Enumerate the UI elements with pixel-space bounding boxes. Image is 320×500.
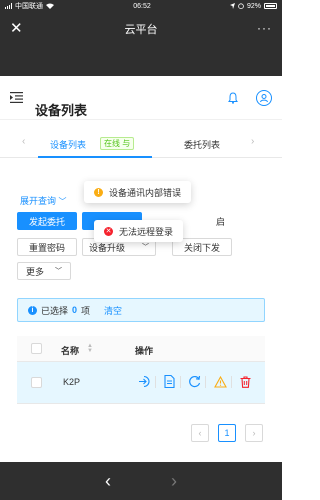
status-bar: 中国联通 06:52 92% <box>0 0 282 12</box>
tab-delegation-list[interactable]: 委托列表 <box>184 138 220 151</box>
more-label: 更多 <box>26 266 45 277</box>
warning-toast-text: 设备通讯内部错误 <box>109 187 182 198</box>
warning-toast: ! 设备通讯内部错误 <box>84 181 192 203</box>
table-header: 名称 ▲ ▼ 操作 <box>17 336 265 362</box>
login-icon[interactable] <box>137 374 152 389</box>
file-icon[interactable] <box>162 374 177 389</box>
chevron-down-icon: ﹀ <box>142 244 149 251</box>
error-circle-icon: ✕ <box>104 226 113 236</box>
divider <box>205 376 206 388</box>
warning-icon[interactable] <box>213 374 228 389</box>
user-icon <box>260 93 268 102</box>
prev-page-button[interactable]: ‹ <box>191 424 209 442</box>
tab-active-indicator <box>38 156 152 158</box>
selection-prefix: 已选择 <box>41 305 69 316</box>
divider <box>231 376 232 388</box>
more-options-icon[interactable]: ··· <box>257 21 272 35</box>
info-icon: i <box>28 305 37 315</box>
divider <box>155 376 156 388</box>
wifi-icon <box>46 3 54 9</box>
indent-menu-icon[interactable] <box>10 92 23 103</box>
initiate-delegation-button[interactable]: 发起委托 <box>17 212 77 230</box>
table-row: K2P <box>17 362 265 404</box>
back-arrow-icon[interactable]: ‹ <box>105 472 111 490</box>
column-actions-header: 操作 <box>135 346 154 356</box>
column-name-header: 名称 <box>61 346 80 356</box>
clear-selection-link[interactable]: 清空 <box>104 304 122 317</box>
chevron-down-icon: ﹀ <box>55 268 62 275</box>
alarm-icon <box>238 3 244 9</box>
online-status-badge: 在线 与 <box>100 137 135 150</box>
expand-query-label: 展开查询 <box>20 196 57 206</box>
refresh-icon[interactable] <box>187 374 202 389</box>
selection-alert: i 已选择 0 项 清空 <box>17 298 265 322</box>
browser-bottom-bar: ‹ › <box>0 462 282 500</box>
error-toast-text: 无法远程登录 <box>119 226 174 237</box>
more-dropdown[interactable]: 更多 ﹀ <box>17 262 71 280</box>
battery-percent: 92% <box>246 2 261 10</box>
select-all-checkbox[interactable] <box>31 343 42 354</box>
warning-circle-icon: ! <box>94 187 103 197</box>
clock: 06:52 <box>133 2 151 10</box>
device-name-cell: K2P <box>63 377 81 387</box>
page-title: 设备列表 <box>35 103 88 118</box>
tab-device-list[interactable]: 设备列表 <box>50 138 86 151</box>
tab-scroll-right-icon[interactable]: › <box>251 136 254 147</box>
reset-password-button[interactable]: 重置密码 <box>17 238 77 256</box>
row-checkbox[interactable] <box>31 377 42 388</box>
delete-icon[interactable] <box>238 374 253 389</box>
tab-bar: ‹ 设备列表 在线 与 委托列表 › <box>0 130 282 158</box>
selection-suffix: 项 <box>81 305 91 316</box>
carrier-label: 中国联通 <box>15 3 43 10</box>
status-right: 92% <box>229 2 277 10</box>
selection-count: 0 <box>72 305 78 315</box>
device-upgrade-label: 设备升级 <box>89 242 126 253</box>
user-avatar[interactable] <box>256 89 272 106</box>
tab-scroll-left-icon[interactable]: ‹ <box>22 136 25 147</box>
next-page-button[interactable]: › <box>245 424 263 442</box>
chevron-down-icon: ﹀ <box>58 197 67 206</box>
battery-icon <box>263 3 277 9</box>
status-left: 中国联通 <box>5 1 54 11</box>
expand-query-link[interactable]: 展开查询 ﹀ <box>20 194 67 207</box>
signal-icon <box>5 3 12 9</box>
bell-icon[interactable] <box>228 91 238 104</box>
page-1-button[interactable]: 1 <box>218 424 236 442</box>
divider <box>180 376 181 388</box>
app-title-bar: ✕ ··· <box>0 12 282 44</box>
forward-arrow-icon[interactable]: › <box>171 472 177 490</box>
close-icon[interactable]: ✕ <box>10 21 23 36</box>
error-toast: ✕ 无法远程登录 <box>94 220 184 242</box>
sort-icon[interactable]: ▲ ▼ <box>87 343 93 354</box>
location-icon <box>229 3 235 9</box>
